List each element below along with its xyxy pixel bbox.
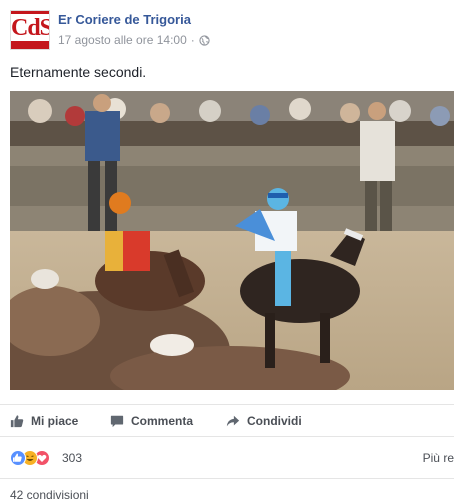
reaction-icons bbox=[10, 450, 58, 466]
share-arrow-icon bbox=[226, 415, 240, 426]
logo-bottom-strip bbox=[11, 41, 49, 49]
thumbs-up-icon bbox=[10, 414, 24, 427]
most-relevant-link[interactable]: Più rec bbox=[423, 451, 454, 465]
page-name-link[interactable]: Er Coriere de Trigoria bbox=[58, 12, 191, 27]
like-button[interactable]: Mi piace bbox=[10, 405, 78, 436]
shares-count-link[interactable]: 42 condivisioni bbox=[10, 488, 89, 502]
globe-icon[interactable] bbox=[199, 34, 210, 46]
action-bar: Mi piace Commenta Condividi bbox=[0, 404, 454, 437]
horse-race-image bbox=[10, 91, 454, 390]
meta-separator: · bbox=[190, 33, 195, 47]
like-label: Mi piace bbox=[31, 413, 79, 428]
post-text: Eternamente secondi. bbox=[10, 64, 147, 80]
reactions-summary[interactable]: 303 Più rec bbox=[0, 441, 454, 475]
comment-button[interactable]: Commenta bbox=[110, 405, 193, 436]
post-photo[interactable] bbox=[10, 91, 454, 390]
logo-text: CdS bbox=[11, 15, 50, 41]
share-button[interactable]: Condividi bbox=[226, 405, 302, 436]
share-label: Condividi bbox=[247, 413, 302, 428]
like-icon bbox=[10, 450, 26, 466]
reaction-count: 303 bbox=[62, 451, 83, 465]
post-meta: 17 agosto alle ore 14:00 · bbox=[58, 33, 210, 47]
post-header: CdS Er Coriere de Trigoria 17 agosto all… bbox=[0, 0, 454, 60]
comment-icon bbox=[110, 415, 124, 427]
page-avatar[interactable]: CdS bbox=[10, 10, 50, 50]
comment-label: Commenta bbox=[131, 413, 194, 428]
post-timestamp[interactable]: 17 agosto alle ore 14:00 bbox=[58, 33, 187, 47]
shares-row: 42 condivisioni bbox=[0, 478, 454, 504]
